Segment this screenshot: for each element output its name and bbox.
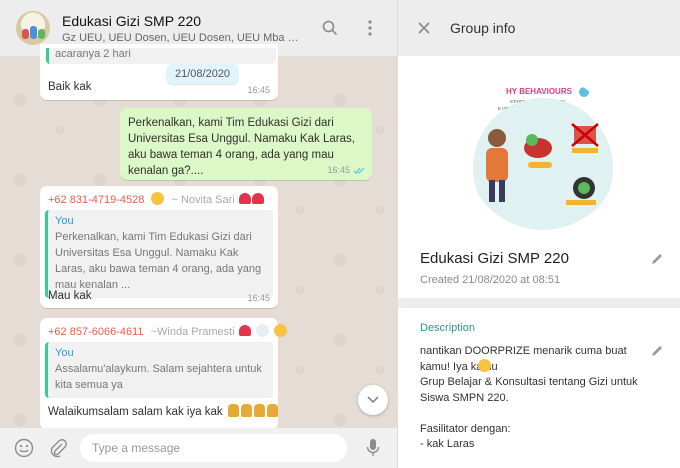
attach-icon[interactable]: [46, 436, 70, 460]
edit-name-icon[interactable]: [650, 252, 664, 266]
message-time: 16:45: [247, 293, 270, 303]
message-bubble[interactable]: +62 831-4719-4528 ~ Novita Sari You Perk…: [40, 186, 278, 308]
edit-description-icon[interactable]: [650, 344, 664, 358]
message-time: 16:45: [327, 165, 350, 175]
sender-name: ~ Novita Sari: [171, 194, 235, 206]
quote-text: Assalamu'alaykum. Salam sejahtera untuk …: [55, 363, 262, 391]
sender-phone: +62 831-4719-4528: [48, 194, 145, 206]
quoted-text: acaranya 2 hari: [55, 48, 131, 60]
sender-name: ~Winda Pramesti: [150, 326, 235, 338]
quoted-message[interactable]: You Assalamu'alaykum. Salam sejahtera un…: [45, 342, 273, 398]
description-card: Description nantikan DOORPRIZE menarik c…: [398, 308, 680, 468]
group-name: Edukasi Gizi SMP 220: [420, 250, 569, 267]
search-icon[interactable]: [317, 15, 343, 41]
folded-hands-emoji: [227, 404, 239, 417]
sender-line: +62 831-4719-4528 ~ Novita Sari: [40, 186, 278, 206]
quoted-message[interactable]: You Perkenalkan, kami Tim Edukasi Gizi d…: [45, 210, 273, 298]
photo-caption-1: HY BEHAVIOURS: [506, 87, 573, 96]
chat-pane: Edukasi Gizi SMP 220 Gz UEU, UEU Dosen, …: [0, 0, 398, 468]
message-time: 16:45: [247, 85, 270, 95]
heart-emoji: [251, 193, 264, 204]
message-bubble-outgoing[interactable]: Perkenalkan, kami Tim Edukasi Gizi dari …: [120, 108, 372, 180]
quote-author: You: [55, 347, 74, 359]
quote-text: Perkenalkan, kami Tim Edukasi Gizi dari …: [55, 231, 262, 291]
smiling-face-emoji: [478, 359, 491, 372]
heart-emoji: [238, 193, 251, 204]
description-label: Description: [420, 322, 476, 334]
group-info-pane: Group info HY BEHAVIOURS START IN ADOLES…: [398, 0, 680, 468]
info-header: Group info: [398, 0, 680, 56]
whatsapp-window: Edukasi Gizi SMP 220 Gz UEU, UEU Dosen, …: [0, 0, 680, 468]
folded-hands-emoji: [253, 404, 265, 417]
group-photo[interactable]: HY BEHAVIOURS START IN ADOLESCENCE E HEA…: [466, 76, 620, 230]
description-text: nantikan DOORPRIZE menarik cuma buat kam…: [420, 345, 638, 450]
message-bubble[interactable]: acaranya 2 hari Baik kak 16:45: [40, 44, 278, 100]
date-pill: 21/08/2020: [166, 64, 240, 84]
message-text: Baik kak: [48, 81, 92, 93]
created-date: Created 21/08/2020 at 08:51: [420, 274, 561, 286]
smiling-face-emoji: [151, 192, 165, 205]
message-input[interactable]: [80, 434, 347, 462]
smiling-face-emoji: [273, 324, 287, 337]
flower-emoji: [255, 324, 269, 337]
chat-title: Edukasi Gizi SMP 220: [62, 12, 202, 29]
emoji-icon[interactable]: [12, 436, 36, 460]
heart-emoji: [238, 325, 251, 336]
folded-hands-emoji: [266, 404, 278, 417]
chevron-down-icon: [367, 396, 379, 404]
message-line: Walaikumsalam salam kak iya kak: [48, 404, 278, 418]
scroll-down-button[interactable]: [358, 385, 388, 415]
quote-author: You: [55, 215, 74, 227]
read-receipt-icon: [353, 167, 365, 174]
chat-members: Gz UEU, UEU Dosen, UEU Dosen, UEU Mba Na…: [62, 31, 303, 44]
group-profile-card: HY BEHAVIOURS START IN ADOLESCENCE E HEA…: [398, 56, 680, 298]
microphone-icon[interactable]: [361, 436, 385, 460]
sender-line: +62 857-6066-4611 ~Winda Pramesti: [40, 318, 287, 338]
composer-bar: [0, 428, 398, 468]
menu-icon[interactable]: [357, 15, 383, 41]
sender-phone: +62 857-6066-4611: [48, 326, 144, 338]
info-title: Group info: [450, 20, 516, 36]
message-text: Mau kak: [48, 290, 92, 302]
folded-hands-emoji: [240, 404, 252, 417]
message-text: Walaikumsalam salam kak iya kak: [48, 406, 223, 418]
group-avatar[interactable]: [16, 11, 50, 45]
close-icon[interactable]: [418, 22, 430, 34]
message-bubble[interactable]: +62 857-6066-4611 ~Winda Pramesti You As…: [40, 318, 287, 430]
